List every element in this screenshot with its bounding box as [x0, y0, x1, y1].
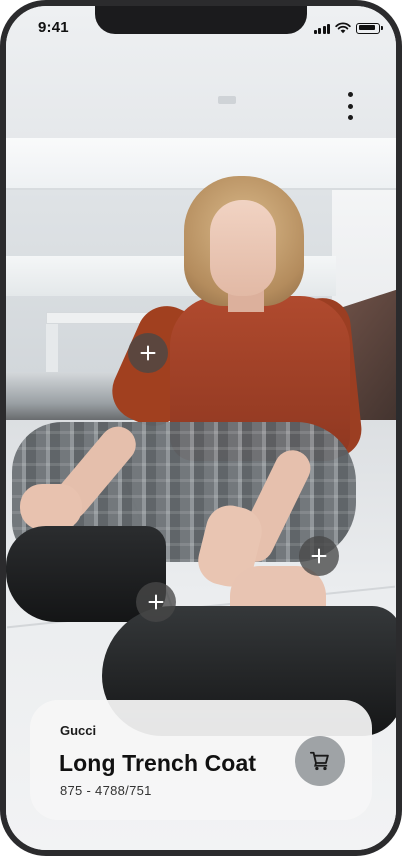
phone-frame: 9:41 Gucci Long Trench Coat 875 - 4788/7…	[0, 0, 402, 856]
product-hotspot-button[interactable]	[299, 536, 339, 576]
photo-person-hand	[20, 484, 82, 530]
photo-ceiling-light	[218, 96, 236, 104]
photo-person-face	[210, 200, 276, 296]
cart-icon	[309, 751, 329, 771]
more-options-button[interactable]	[340, 92, 360, 120]
add-to-cart-button[interactable]	[295, 736, 345, 786]
screen: 9:41 Gucci Long Trench Coat 875 - 4788/7…	[6, 6, 396, 850]
plus-icon	[140, 345, 156, 361]
device-notch	[95, 6, 307, 34]
product-hotspot-button[interactable]	[128, 333, 168, 373]
product-card[interactable]: Gucci Long Trench Coat 875 - 4788/751	[30, 700, 372, 820]
battery-icon	[356, 22, 383, 34]
more-vertical-icon	[347, 92, 353, 97]
product-code: 875 - 4788/751	[60, 783, 152, 798]
photo-skylight	[6, 138, 396, 190]
status-bar: 9:41	[6, 6, 396, 50]
product-hotspot-button[interactable]	[136, 582, 176, 622]
product-name: Long Trench Coat	[59, 750, 257, 776]
wifi-icon	[335, 22, 351, 34]
plus-icon	[148, 594, 164, 610]
product-brand: Gucci	[60, 723, 97, 738]
status-time: 9:41	[38, 19, 69, 36]
cellular-signal-icon	[313, 23, 330, 34]
plus-icon	[311, 548, 327, 564]
status-icons	[313, 22, 383, 34]
